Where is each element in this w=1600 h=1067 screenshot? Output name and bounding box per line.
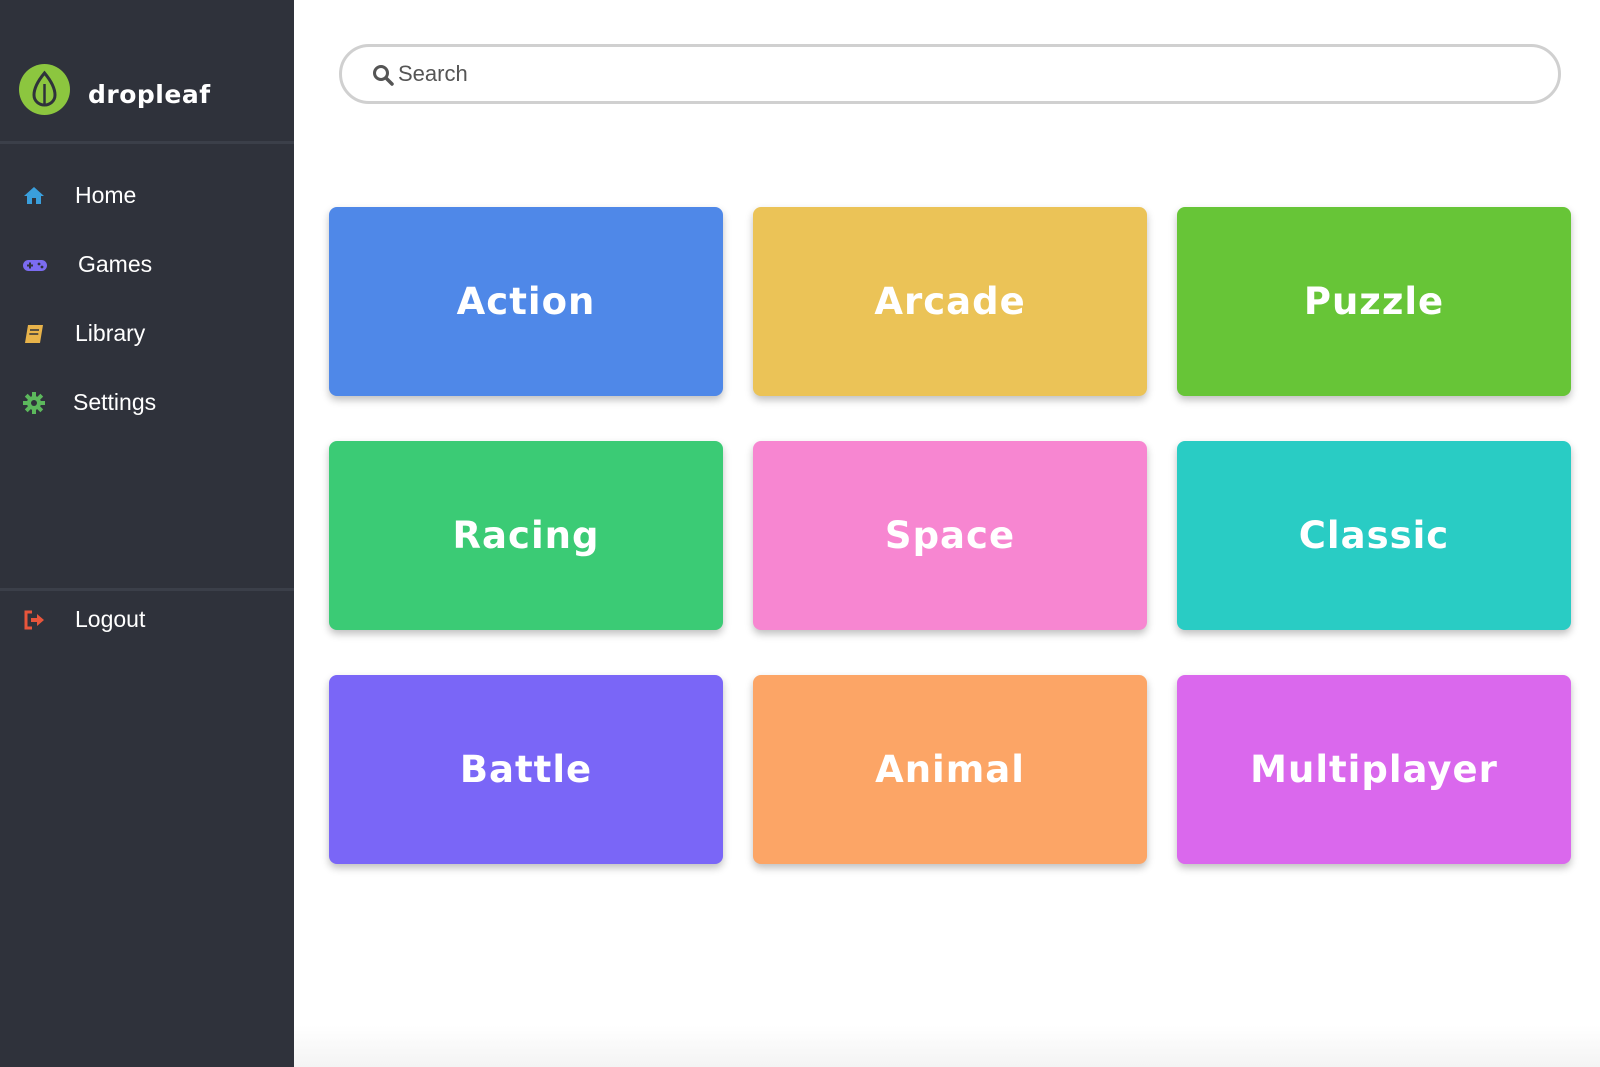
logout-button[interactable]: Logout [0, 592, 294, 648]
home-icon [22, 184, 46, 208]
category-tile-label: Battle [459, 748, 593, 791]
category-tile-action[interactable]: Action [329, 207, 723, 396]
sidebar-item-library[interactable]: Library [0, 306, 294, 362]
category-tile-label: Arcade [874, 280, 1026, 323]
logout-icon [22, 608, 46, 632]
category-tile-animal[interactable]: Animal [753, 675, 1147, 864]
category-tile-racing[interactable]: Racing [329, 441, 723, 630]
category-tile-label: Animal [875, 748, 1025, 791]
sidebar-item-games[interactable]: Games [0, 237, 294, 293]
brand-header: dropleaf [0, 0, 294, 144]
sidebar-item-label: Home [75, 182, 137, 208]
category-tile-space[interactable]: Space [753, 441, 1147, 630]
sidebar-item-label: Settings [73, 389, 157, 415]
category-tile-label: Space [884, 514, 1016, 557]
sidebar-divider [0, 588, 294, 591]
sidebar-item-settings[interactable]: Settings [0, 375, 294, 431]
category-tile-label: Puzzle [1303, 280, 1445, 323]
sidebar-item-home[interactable]: Home [0, 168, 294, 224]
search-icon [372, 64, 394, 86]
category-tile-label: Multiplayer [1250, 748, 1498, 791]
book-icon [22, 322, 46, 346]
category-tile-arcade[interactable]: Arcade [753, 207, 1147, 396]
category-tile-classic[interactable]: Classic [1177, 441, 1571, 630]
category-tile-label: Racing [452, 514, 600, 557]
category-tile-label: Classic [1298, 514, 1450, 557]
logout-label: Logout [75, 606, 146, 632]
gamepad-icon [22, 253, 47, 277]
sidebar-item-label: Games [78, 251, 153, 277]
gear-icon [22, 391, 46, 415]
sidebar: dropleaf Home Games Library Settings Log… [0, 0, 294, 1067]
app-window: dropleaf Home Games Library Settings Log… [0, 0, 1600, 1067]
category-tile-label: Action [456, 280, 596, 323]
category-tile-puzzle[interactable]: Puzzle [1177, 207, 1571, 396]
category-tile-battle[interactable]: Battle [329, 675, 723, 864]
bottom-fade [294, 1025, 1600, 1067]
leaf-icon[interactable] [19, 64, 70, 115]
category-tile-multiplayer[interactable]: Multiplayer [1177, 675, 1571, 864]
sidebar-item-label: Library [75, 320, 146, 346]
search-bar[interactable] [339, 44, 1561, 104]
brand-name: dropleaf [88, 80, 211, 109]
search-input[interactable] [398, 56, 1528, 92]
